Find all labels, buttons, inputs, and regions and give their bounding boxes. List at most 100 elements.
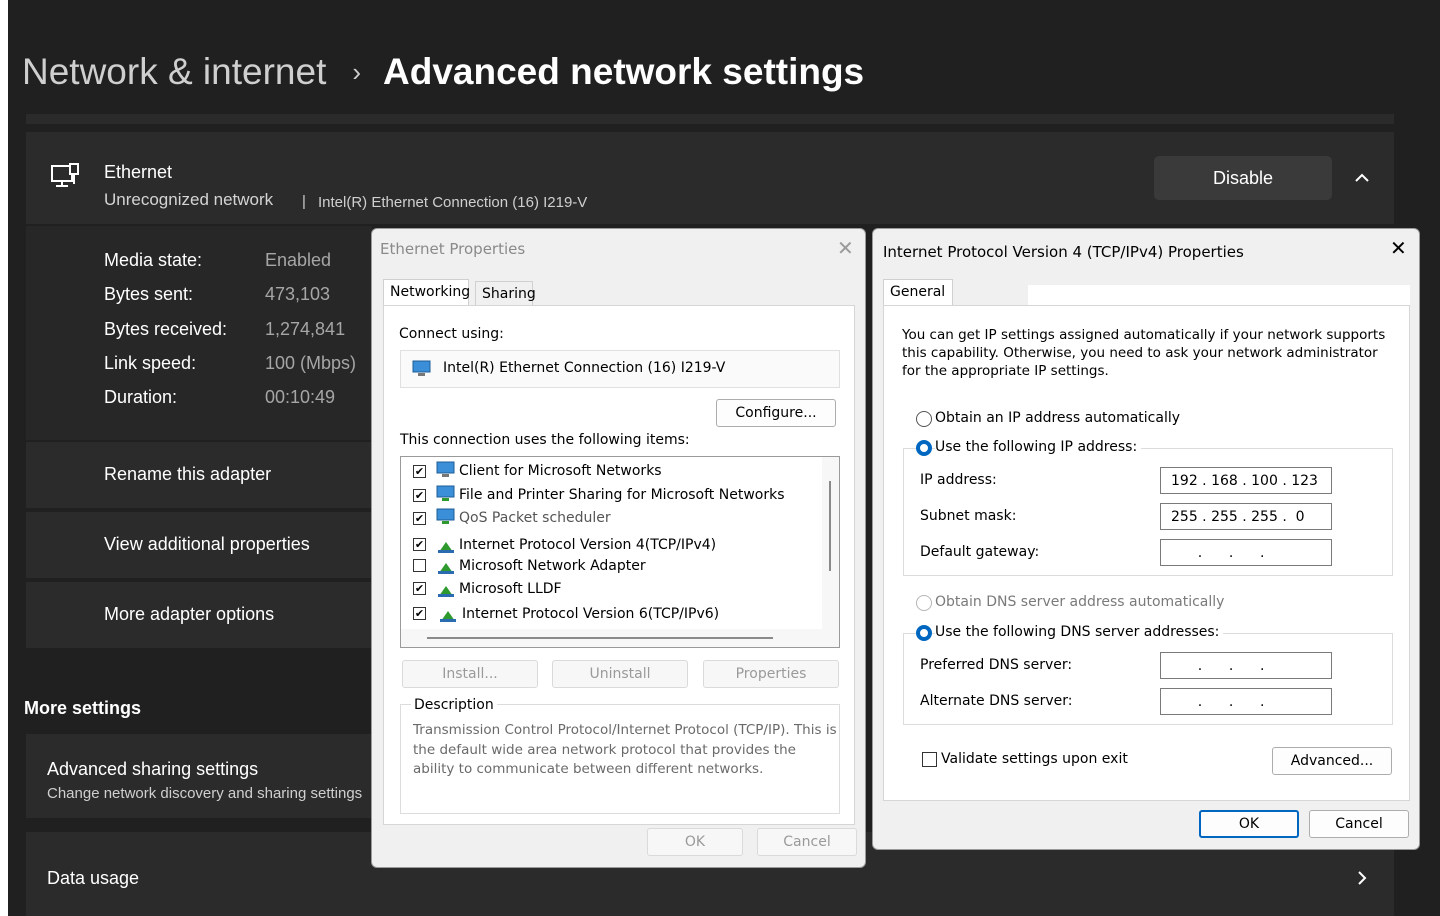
- close-icon[interactable]: ✕: [837, 238, 854, 258]
- list-item[interactable]: File and Printer Sharing for Microsoft N…: [401, 485, 821, 507]
- detail-label: Duration:: [104, 387, 178, 407]
- description-label: Description: [411, 697, 497, 713]
- list-item[interactable]: QoS Packet scheduler: [401, 508, 821, 530]
- use-following-ip-label[interactable]: Use the following IP address:: [935, 439, 1142, 455]
- description-group: Description Transmission Control Protoco…: [400, 697, 840, 814]
- item-checkbox[interactable]: [413, 538, 426, 551]
- file-sharing-icon: [436, 485, 455, 501]
- use-following-dns-label[interactable]: Use the following DNS server addresses:: [935, 624, 1224, 640]
- list-item[interactable]: Microsoft Network Adapter: [401, 555, 821, 577]
- scrollbar-thumb[interactable]: [829, 481, 831, 571]
- list-item[interactable]: Client for Microsoft Networks: [401, 461, 821, 483]
- intro-text: You can get IP settings assigned automat…: [902, 327, 1386, 379]
- more-settings-heading: More settings: [24, 698, 142, 718]
- advanced-sharing-subtitle: Change network discovery and sharing set…: [47, 785, 363, 802]
- items-list[interactable]: Client for Microsoft Networks File and P…: [400, 456, 840, 648]
- uninstall-button[interactable]: Uninstall: [552, 660, 688, 688]
- detail-label: Bytes sent:: [104, 284, 194, 304]
- item-checkbox[interactable]: [413, 512, 426, 525]
- item-checkbox[interactable]: [413, 607, 426, 620]
- chevron-up-icon[interactable]: [1350, 166, 1374, 190]
- obtain-ip-auto-radio[interactable]: [916, 411, 932, 427]
- tab-networking[interactable]: Networking: [383, 279, 470, 305]
- detail-label: Link speed:: [104, 353, 197, 373]
- protocol-icon: [438, 586, 454, 597]
- use-following-dns-radio[interactable]: [916, 625, 932, 641]
- more-adapter-options-item[interactable]: More adapter options: [26, 582, 372, 648]
- obtain-dns-auto-radio[interactable]: [916, 595, 932, 611]
- client-network-icon: [436, 461, 455, 477]
- list-item[interactable]: Internet Protocol Version 6(TCP/IPv6): [401, 603, 821, 625]
- obtain-dns-auto-label[interactable]: Obtain DNS server address automatically: [935, 594, 1224, 610]
- page-title: Advanced network settings: [383, 51, 865, 92]
- item-checkbox[interactable]: [413, 582, 426, 595]
- configure-button[interactable]: Configure...: [716, 399, 836, 427]
- item-label: QoS Packet scheduler: [459, 510, 611, 526]
- ethernet-name: Ethernet: [104, 162, 173, 182]
- view-properties-label: View additional properties: [104, 534, 310, 554]
- view-properties-item[interactable]: View additional properties: [26, 512, 372, 578]
- dialog-title: Internet Protocol Version 4 (TCP/IPv4) P…: [883, 243, 1244, 261]
- detail-value: 00:10:49: [265, 387, 336, 407]
- ok-button[interactable]: OK: [647, 828, 743, 856]
- alternate-dns-field[interactable]: . . .: [1160, 688, 1332, 715]
- item-label: Internet Protocol Version 6(TCP/IPv6): [462, 606, 720, 622]
- preferred-dns-label: Preferred DNS server:: [920, 657, 1073, 673]
- protocol-icon: [440, 611, 456, 622]
- network-status: Unrecognized network: [104, 190, 274, 209]
- more-adapter-options-label: More adapter options: [104, 604, 275, 624]
- cancel-button[interactable]: Cancel: [757, 828, 857, 856]
- list-item[interactable]: Microsoft LLDF: [401, 578, 821, 600]
- item-checkbox[interactable]: [413, 559, 426, 572]
- chevron-right-icon: [1358, 871, 1367, 885]
- adapter-separator: |: [302, 193, 306, 210]
- validate-label[interactable]: Validate settings upon exit: [941, 751, 1128, 767]
- horizontal-scrollbar[interactable]: [401, 629, 822, 647]
- adapter-box: Intel(R) Ethernet Connection (16) I219-V: [400, 350, 840, 388]
- tab-sharing[interactable]: Sharing: [475, 281, 536, 307]
- advanced-sharing-title: Advanced sharing settings: [47, 759, 259, 779]
- tab-general[interactable]: General: [883, 279, 953, 305]
- item-label: File and Printer Sharing for Microsoft N…: [459, 487, 785, 503]
- detail-value: 1,274,841: [265, 319, 346, 339]
- detail-value: Enabled: [265, 250, 332, 270]
- ethernet-card[interactable]: Ethernet Unrecognized network | Intel(R)…: [26, 132, 1394, 224]
- connect-using-label: Connect using:: [399, 326, 504, 342]
- networking-panel: Connect using: Intel(R) Ethernet Connect…: [383, 305, 855, 825]
- vertical-scrollbar[interactable]: [822, 457, 839, 647]
- advanced-button[interactable]: Advanced...: [1272, 747, 1392, 775]
- obtain-ip-auto-label[interactable]: Obtain an IP address automatically: [935, 410, 1180, 426]
- alternate-dns-label: Alternate DNS server:: [920, 693, 1073, 709]
- dialog-title: Ethernet Properties: [380, 240, 526, 258]
- preferred-dns-field[interactable]: . . .: [1160, 652, 1332, 679]
- ipv4-properties-dialog: Internet Protocol Version 4 (TCP/IPv4) P…: [872, 228, 1420, 850]
- disable-button[interactable]: Disable: [1154, 156, 1332, 200]
- list-item[interactable]: Internet Protocol Version 4(TCP/IPv4): [401, 534, 821, 556]
- use-following-ip-radio[interactable]: [916, 440, 932, 456]
- install-button[interactable]: Install...: [402, 660, 538, 688]
- detail-value: 100 (Mbps): [265, 353, 357, 373]
- ok-button[interactable]: OK: [1199, 810, 1299, 838]
- item-label: Microsoft LLDF: [459, 581, 562, 597]
- breadcrumb-separator: ›: [352, 56, 362, 87]
- item-checkbox[interactable]: [413, 489, 426, 502]
- rename-adapter-item[interactable]: Rename this adapter: [26, 442, 372, 508]
- scrollbar-thumb[interactable]: [427, 637, 773, 639]
- ip-address-field[interactable]: 192 . 168 . 100 . 123: [1160, 467, 1332, 494]
- close-icon[interactable]: ✕: [1390, 238, 1407, 258]
- tab-strip-blank: [1028, 285, 1410, 305]
- cancel-button[interactable]: Cancel: [1309, 810, 1409, 838]
- validate-checkbox[interactable]: [922, 752, 937, 767]
- default-gateway-field[interactable]: . . .: [1160, 539, 1332, 566]
- data-usage-label: Data usage: [47, 868, 140, 888]
- ip-address-label: IP address:: [920, 472, 997, 488]
- protocol-icon: [438, 563, 454, 574]
- breadcrumb-parent[interactable]: Network & internet: [22, 51, 326, 93]
- item-label: Client for Microsoft Networks: [459, 463, 662, 479]
- properties-button[interactable]: Properties: [703, 660, 839, 688]
- detail-label: Media state:: [104, 250, 203, 270]
- ethernet-properties-dialog: Ethernet Properties ✕ Networking Sharing…: [371, 228, 866, 868]
- item-checkbox[interactable]: [413, 465, 426, 478]
- subnet-mask-field[interactable]: 255 . 255 . 255 . 0: [1160, 503, 1332, 530]
- advanced-sharing-item[interactable]: Advanced sharing settings Change network…: [26, 734, 372, 818]
